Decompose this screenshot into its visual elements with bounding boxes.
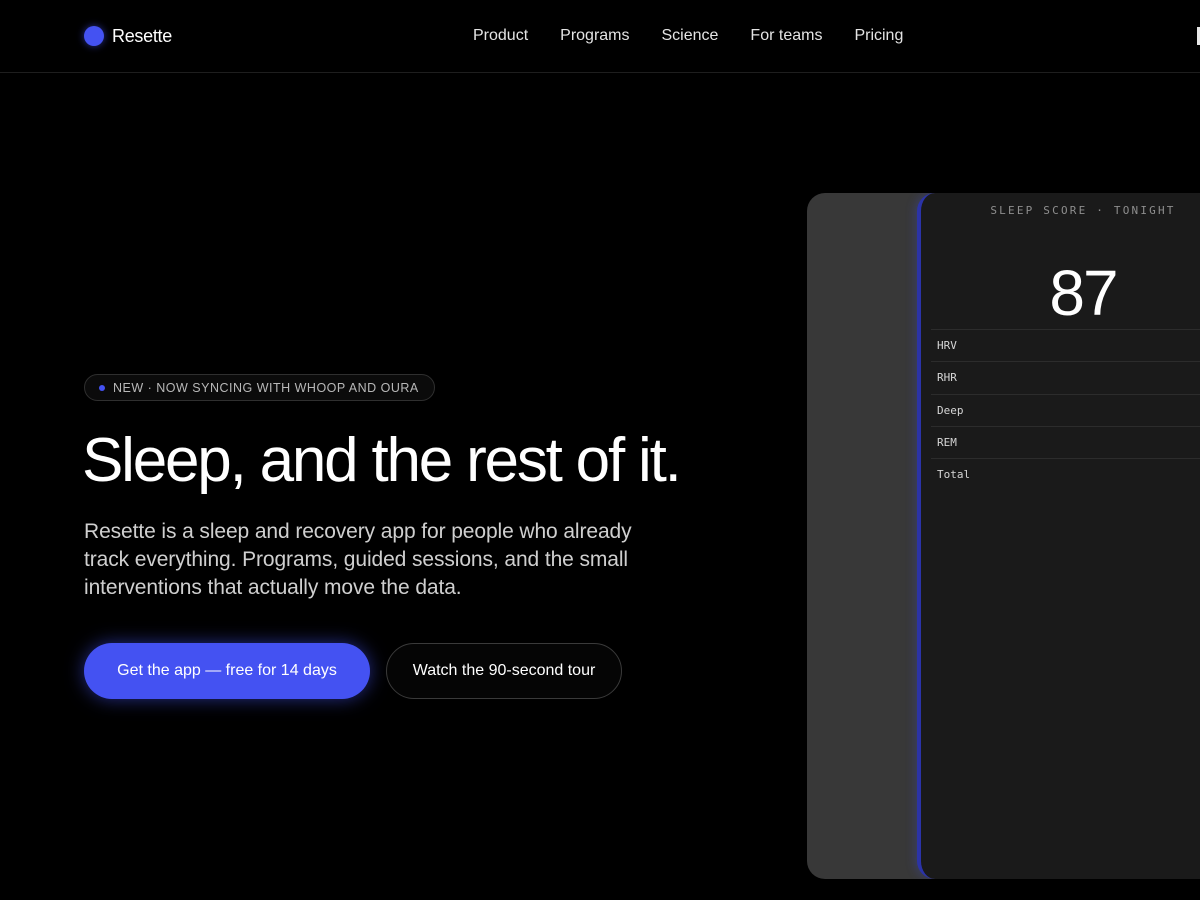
device-mockup: SLEEP SCORE · TONIGHT 87 HRV 6 RHR 52 De… xyxy=(807,193,1200,879)
metric-row: Total 7h xyxy=(931,458,1200,490)
watch-tour-button[interactable]: Watch the 90-second tour xyxy=(386,643,622,699)
nav-link-pricing[interactable]: Pricing xyxy=(854,25,903,47)
hero-title: Sleep, and the rest of it. xyxy=(82,426,682,495)
nav-link-programs[interactable]: Programs xyxy=(560,25,629,47)
brand-logo[interactable]: Resette xyxy=(84,25,172,47)
metric-row: REM 2h xyxy=(931,425,1200,458)
nav-link-for-teams[interactable]: For teams xyxy=(750,25,822,47)
nav-links: Product Programs Science For teams Prici… xyxy=(473,25,903,47)
metric-row: HRV 6 xyxy=(931,329,1200,361)
badge-dot-icon xyxy=(99,384,105,391)
badge-text: NEW · NOW SYNCING WITH WHOOP AND OURA xyxy=(113,380,419,395)
brand-dot-icon xyxy=(84,26,104,46)
announcement-badge[interactable]: NEW · NOW SYNCING WITH WHOOP AND OURA xyxy=(84,374,435,401)
metric-row: Deep 1h xyxy=(931,393,1200,426)
metric-label: HRV xyxy=(937,339,957,353)
metric-label: Deep xyxy=(937,403,964,417)
top-nav: Resette Product Programs Science For tea… xyxy=(0,0,1200,73)
get-app-button[interactable]: Get the app — free for 14 days xyxy=(84,643,370,699)
sleep-score-header: SLEEP SCORE · TONIGHT xyxy=(990,204,1176,217)
nav-link-science[interactable]: Science xyxy=(662,25,719,47)
metric-row: RHR 52 xyxy=(931,361,1200,393)
hero-description: Resette is a sleep and recovery app for … xyxy=(84,520,632,599)
metric-label: REM xyxy=(937,436,957,450)
sleep-score-value: 87 xyxy=(1049,257,1118,329)
metric-label: Total xyxy=(937,468,971,482)
metrics-list: HRV 6 RHR 52 Deep 1h REM 2h Total 7h xyxy=(931,329,1200,490)
brand-name: Resette xyxy=(112,25,172,46)
nav-link-product[interactable]: Product xyxy=(473,25,528,47)
metric-label: RHR xyxy=(937,371,957,385)
device-screen: SLEEP SCORE · TONIGHT 87 HRV 6 RHR 52 De… xyxy=(917,193,1200,879)
